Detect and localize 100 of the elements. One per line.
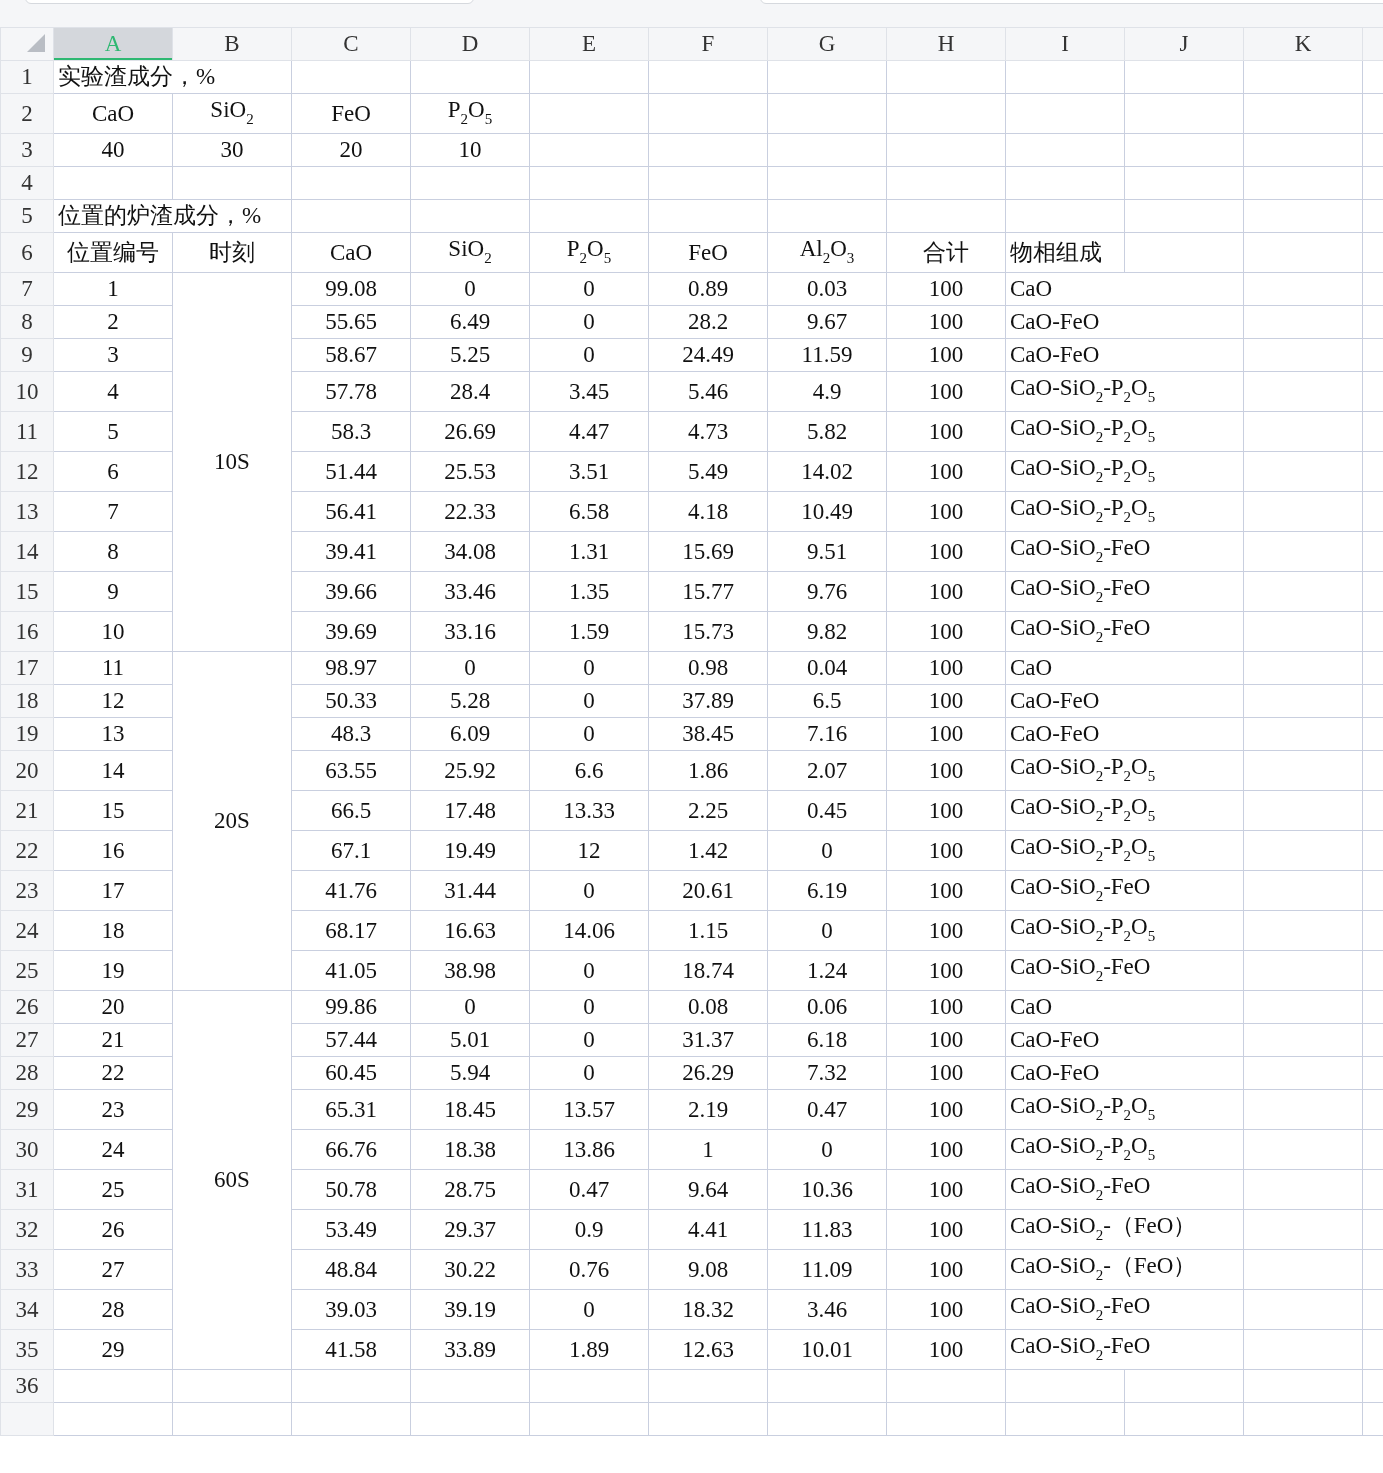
row-header[interactable]: 9 bbox=[0, 338, 54, 372]
table-cell: 31.37 bbox=[648, 1023, 768, 1057]
table-cell: 40 bbox=[53, 133, 173, 167]
row-header[interactable]: 1 bbox=[0, 60, 54, 94]
table-cell: 100 bbox=[886, 1169, 1006, 1210]
column-header[interactable]: H bbox=[886, 27, 1006, 61]
row-header[interactable]: 10 bbox=[0, 371, 54, 412]
table-cell: 1.15 bbox=[648, 910, 768, 951]
row-header[interactable]: 4 bbox=[0, 166, 54, 200]
table-cell: 0.76 bbox=[529, 1249, 649, 1290]
table-cell: 9.76 bbox=[767, 571, 887, 612]
table-cell: 100 bbox=[886, 684, 1006, 718]
table-cell: 6.09 bbox=[410, 717, 530, 751]
column-header[interactable]: J bbox=[1124, 27, 1244, 61]
table-cell: 100 bbox=[886, 870, 1006, 911]
column-header[interactable]: K bbox=[1243, 27, 1363, 61]
row-header[interactable]: 11 bbox=[0, 411, 54, 452]
row-header[interactable]: 36 bbox=[0, 1369, 54, 1403]
row-header[interactable]: 2 bbox=[0, 93, 54, 134]
row-header[interactable]: 19 bbox=[0, 717, 54, 751]
row-header[interactable]: 25 bbox=[0, 950, 54, 991]
column-header[interactable]: E bbox=[529, 27, 649, 61]
column-header[interactable]: I bbox=[1005, 27, 1125, 61]
row-header[interactable]: 5 bbox=[0, 199, 54, 233]
row-header[interactable]: 8 bbox=[0, 305, 54, 339]
table-cell: CaO-SiO$_{2}$-P$_{2}$O$_{5}$ bbox=[1005, 491, 1244, 532]
table-cell: 57.78 bbox=[291, 371, 411, 412]
table-cell: 0.47 bbox=[529, 1169, 649, 1210]
row-header[interactable]: 29 bbox=[0, 1089, 54, 1130]
row-header[interactable]: 17 bbox=[0, 651, 54, 685]
table-cell: 28.4 bbox=[410, 371, 530, 412]
table-cell: CaO-FeO bbox=[1005, 1023, 1244, 1057]
table-cell: 24.49 bbox=[648, 338, 768, 372]
row-header[interactable]: 15 bbox=[0, 571, 54, 612]
table-cell: 100 bbox=[886, 651, 1006, 685]
row-header[interactable]: 23 bbox=[0, 870, 54, 911]
table-cell: 55.65 bbox=[291, 305, 411, 339]
row-header[interactable]: 21 bbox=[0, 790, 54, 831]
table-cell: 100 bbox=[886, 990, 1006, 1024]
table-cell: 0 bbox=[529, 272, 649, 306]
row-header[interactable]: 24 bbox=[0, 910, 54, 951]
table-cell: 41.05 bbox=[291, 950, 411, 991]
table-cell: 11.09 bbox=[767, 1249, 887, 1290]
row-header[interactable]: 6 bbox=[0, 232, 54, 273]
row-header[interactable]: 32 bbox=[0, 1209, 54, 1250]
table-cell: 14.02 bbox=[767, 451, 887, 492]
row-header[interactable]: 7 bbox=[0, 272, 54, 306]
column-header[interactable]: B bbox=[172, 27, 292, 61]
column-header[interactable]: F bbox=[648, 27, 768, 61]
row-header[interactable]: 22 bbox=[0, 830, 54, 871]
table-cell: 100 bbox=[886, 305, 1006, 339]
row-header[interactable]: 12 bbox=[0, 451, 54, 492]
table-cell: 9.64 bbox=[648, 1169, 768, 1210]
column-heading: FeO bbox=[648, 232, 768, 273]
table-cell: 9.08 bbox=[648, 1249, 768, 1290]
row-header[interactable]: 14 bbox=[0, 531, 54, 572]
row-header[interactable]: 28 bbox=[0, 1056, 54, 1090]
table-cell: 100 bbox=[886, 910, 1006, 951]
table-cell: 5.82 bbox=[767, 411, 887, 452]
table-cell: 38.45 bbox=[648, 717, 768, 751]
table-cell: 18.38 bbox=[410, 1129, 530, 1170]
table-cell: 1 bbox=[53, 272, 173, 306]
row-header[interactable]: 26 bbox=[0, 990, 54, 1024]
column-header[interactable]: G bbox=[767, 27, 887, 61]
row-header[interactable]: 31 bbox=[0, 1169, 54, 1210]
table-cell: 5.94 bbox=[410, 1056, 530, 1090]
table-cell: 13.33 bbox=[529, 790, 649, 831]
row-header[interactable]: 13 bbox=[0, 491, 54, 532]
row-header[interactable]: 35 bbox=[0, 1329, 54, 1370]
row-header[interactable]: 34 bbox=[0, 1289, 54, 1330]
table-cell: CaO bbox=[1005, 651, 1244, 685]
row-header[interactable]: 27 bbox=[0, 1023, 54, 1057]
table-cell: 48.84 bbox=[291, 1249, 411, 1290]
table-cell: 0.08 bbox=[648, 990, 768, 1024]
table-cell: 4.9 bbox=[767, 371, 887, 412]
table-cell: 16.63 bbox=[410, 910, 530, 951]
row-header[interactable]: 33 bbox=[0, 1249, 54, 1290]
table-cell: 4.41 bbox=[648, 1209, 768, 1250]
row-header[interactable]: 30 bbox=[0, 1129, 54, 1170]
row-header[interactable]: 16 bbox=[0, 611, 54, 652]
row-header[interactable]: 18 bbox=[0, 684, 54, 718]
table-cell: 20S bbox=[172, 651, 292, 991]
table-cell: 10.49 bbox=[767, 491, 887, 532]
table-cell: 25.53 bbox=[410, 451, 530, 492]
table-cell: 39.66 bbox=[291, 571, 411, 612]
table-cell: 6.58 bbox=[529, 491, 649, 532]
table-cell: 0 bbox=[410, 651, 530, 685]
select-all-icon[interactable] bbox=[27, 34, 45, 52]
table-cell: 1.31 bbox=[529, 531, 649, 572]
row-header[interactable]: 3 bbox=[0, 133, 54, 167]
table-cell: 0 bbox=[529, 651, 649, 685]
table-cell: 0.03 bbox=[767, 272, 887, 306]
table-cell: CaO-SiO$_{2}$-FeO bbox=[1005, 1169, 1244, 1210]
column-header[interactable]: D bbox=[410, 27, 530, 61]
column-header[interactable]: C bbox=[291, 27, 411, 61]
table-cell: 41.58 bbox=[291, 1329, 411, 1370]
table-cell: CaO-SiO$_{2}$-P$_{2}$O$_{5}$ bbox=[1005, 451, 1244, 492]
column-heading: 位置编号 bbox=[53, 232, 173, 273]
table-cell: 60.45 bbox=[291, 1056, 411, 1090]
row-header[interactable]: 20 bbox=[0, 750, 54, 791]
